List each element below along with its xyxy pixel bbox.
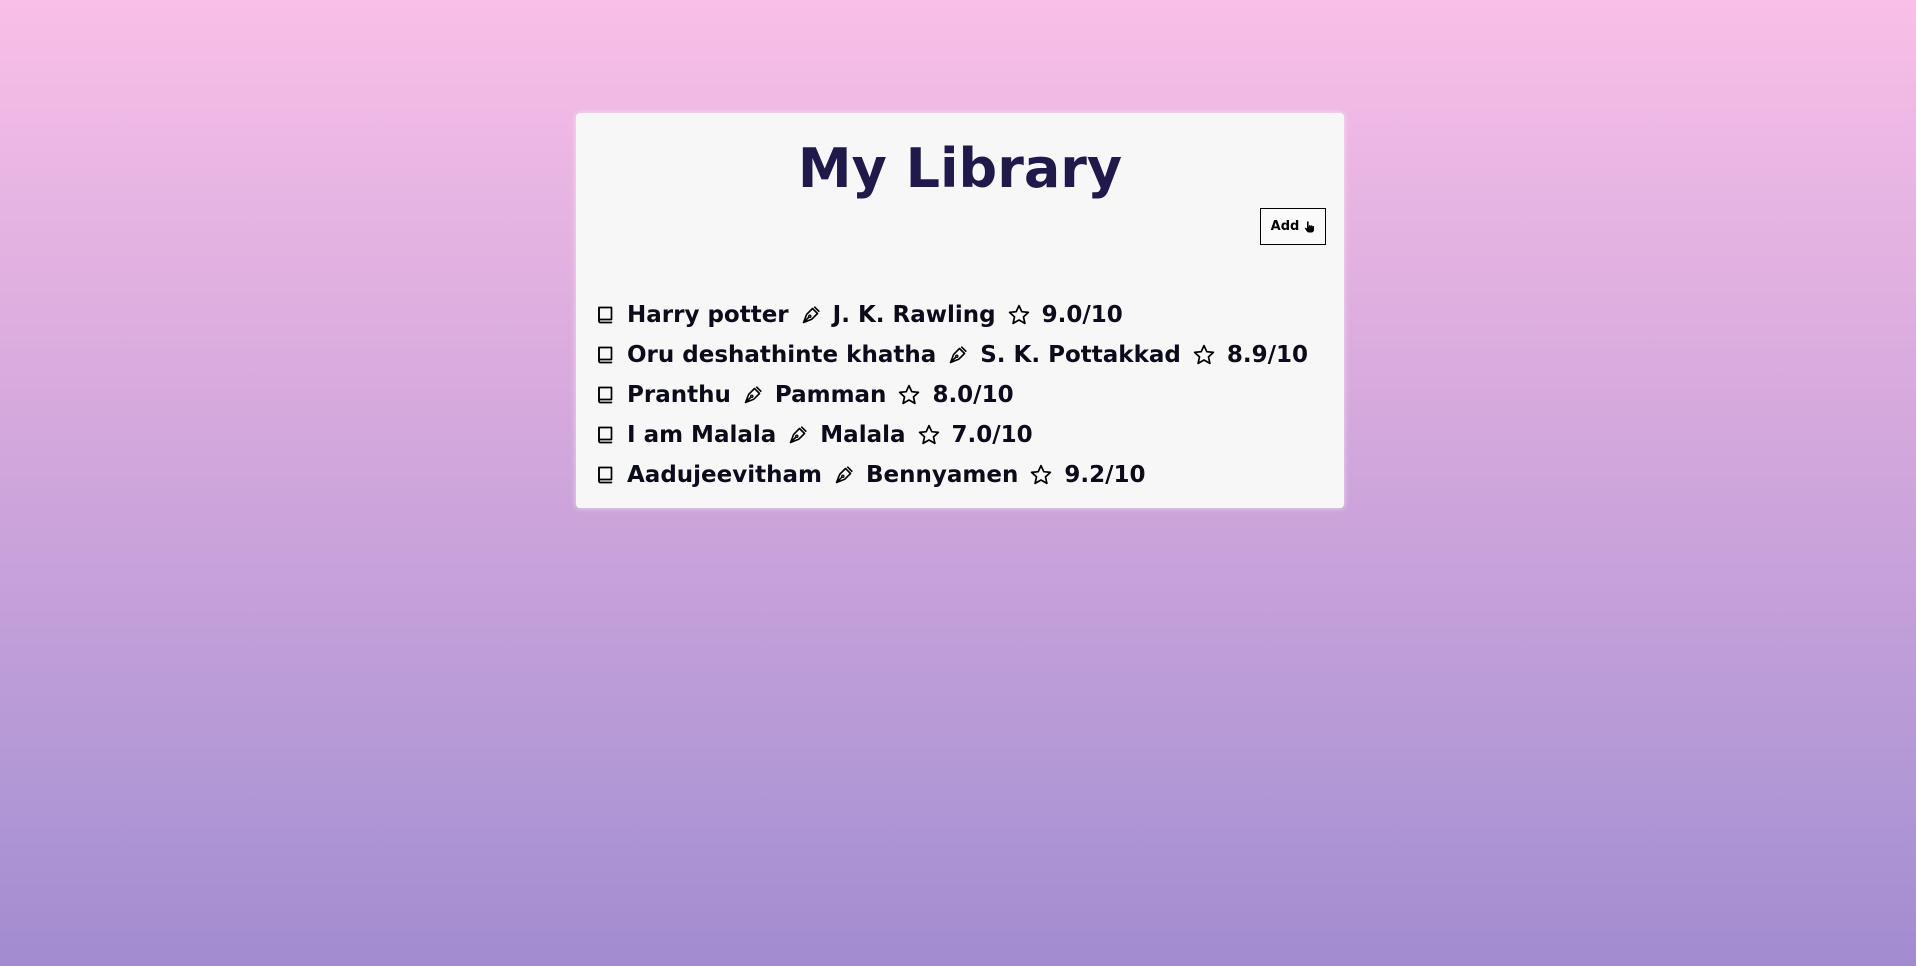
pen-nib-icon [833,464,855,486]
book-item: I am Malala Malala 7.0/10 [595,415,1308,455]
add-button-label: Add [1270,219,1300,234]
library-card: My Library Add Harry potter J. K. Rawlin… [576,113,1344,508]
star-icon [1029,463,1053,487]
book-rating: 9.0/10 [1041,302,1123,328]
book-title: Harry potter [627,302,789,328]
star-icon [897,383,921,407]
pointing-hand-icon [1304,221,1315,233]
book-item: Harry potter J. K. Rawling 9.0/10 [595,295,1308,335]
book-rating: 8.0/10 [932,382,1014,408]
book-item: Oru deshathinte khatha S. K. Pottakkad 8… [595,335,1308,375]
book-item: Pranthu Pamman 8.0/10 [595,375,1308,415]
book-icon [595,304,617,326]
book-icon [595,344,617,366]
book-author: Malala [820,422,906,448]
book-icon [595,464,617,486]
book-icon [595,424,617,446]
star-icon [917,423,941,447]
pen-nib-icon [787,424,809,446]
book-author: Bennyamen [865,462,1019,488]
book-title: I am Malala [627,422,777,448]
star-icon [1192,343,1216,367]
book-author: S. K. Pottakkad [980,342,1181,368]
pen-nib-icon [800,304,822,326]
book-author: J. K. Rawling [832,302,996,328]
page-title: My Library [797,137,1123,200]
book-title: Aadujeevitham [627,462,822,488]
pen-nib-icon [947,344,969,366]
add-button[interactable]: Add [1260,208,1326,245]
book-title: Pranthu [627,382,731,408]
book-title: Oru deshathinte khatha [627,342,937,368]
book-rating: 8.9/10 [1226,342,1309,368]
pen-nib-icon [742,384,764,406]
book-list: Harry potter J. K. Rawling 9.0/10 Oru de… [595,295,1308,495]
book-author: Pamman [774,382,887,408]
book-rating: 9.2/10 [1064,462,1146,488]
book-item: Aadujeevitham Bennyamen 9.2/10 [595,455,1308,495]
book-icon [595,384,617,406]
star-icon [1007,303,1031,327]
book-rating: 7.0/10 [951,422,1033,448]
